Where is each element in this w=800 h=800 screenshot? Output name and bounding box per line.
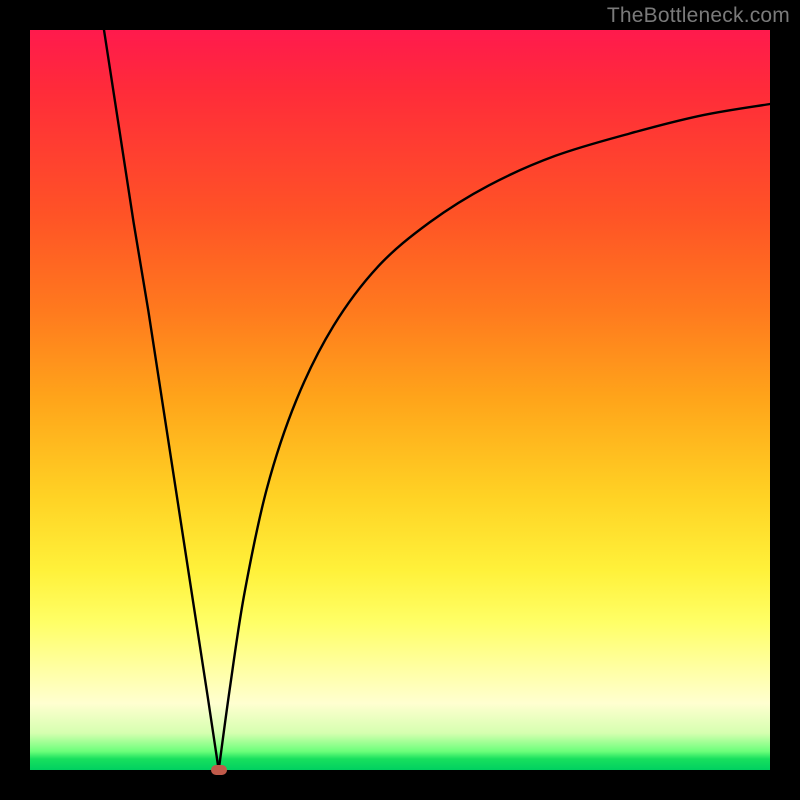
- curve-left-branch: [104, 30, 219, 770]
- bottleneck-curve: [30, 30, 770, 770]
- curve-right-branch: [219, 104, 770, 770]
- minimum-marker: [211, 765, 227, 775]
- watermark-text: TheBottleneck.com: [607, 4, 790, 28]
- chart-frame: TheBottleneck.com: [0, 0, 800, 800]
- plot-area: [30, 30, 770, 770]
